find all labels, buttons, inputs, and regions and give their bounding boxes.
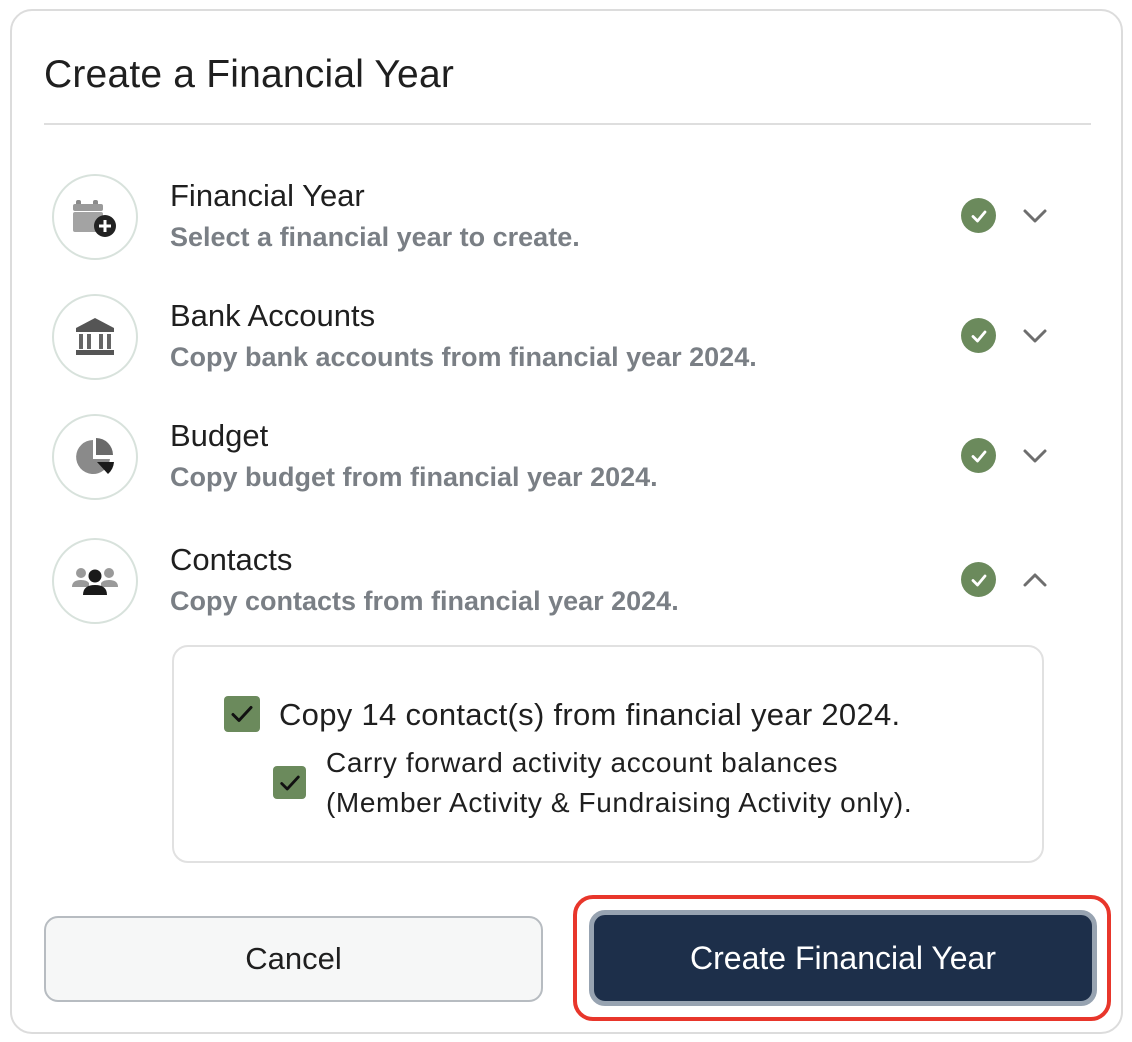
title-divider	[44, 123, 1091, 125]
carry-forward-label-line1: Carry forward activity account balances	[326, 747, 839, 778]
step-title: Bank Accounts	[170, 298, 376, 333]
step-icon-circle	[52, 294, 138, 380]
bank-icon	[76, 318, 114, 355]
step-budget[interactable]: Budget Copy budget from financial year 2…	[12, 414, 1121, 514]
carry-forward-label-line2: (Member Activity & Fundraising Activity …	[326, 787, 913, 818]
step-icon-circle	[52, 174, 138, 260]
pie-chart-icon	[76, 438, 114, 474]
complete-check-icon	[961, 562, 996, 597]
create-financial-year-dialog: Create a Financial Year Financial Year S…	[10, 9, 1123, 1034]
dialog-title: Create a Financial Year	[44, 53, 455, 96]
step-icon-circle	[52, 538, 138, 624]
complete-check-icon	[961, 318, 996, 353]
chevron-down-icon[interactable]	[1020, 201, 1050, 231]
chevron-down-icon[interactable]	[1020, 441, 1050, 471]
step-bank-accounts[interactable]: Bank Accounts Copy bank accounts from fi…	[12, 294, 1121, 394]
step-title: Contacts	[170, 542, 293, 577]
carry-forward-checkbox[interactable]	[273, 766, 306, 799]
checkmark-icon	[231, 706, 253, 722]
complete-check-icon	[961, 198, 996, 233]
step-title: Budget	[170, 418, 269, 453]
step-icon-circle	[52, 414, 138, 500]
step-contacts[interactable]: Contacts Copy contacts from financial ye…	[12, 538, 1121, 638]
checkmark-icon	[279, 775, 300, 790]
create-financial-year-button[interactable]: Create Financial Year	[589, 910, 1097, 1006]
step-subtitle: Copy bank accounts from financial year 2…	[170, 342, 757, 372]
chevron-down-icon[interactable]	[1020, 321, 1050, 351]
step-subtitle: Copy budget from financial year 2024.	[170, 462, 658, 492]
copy-contacts-label: Copy 14 contact(s) from financial year 2…	[279, 697, 901, 732]
step-subtitle: Copy contacts from financial year 2024.	[170, 586, 679, 616]
step-title: Financial Year	[170, 178, 365, 213]
calendar-plus-icon	[73, 200, 116, 237]
cancel-button[interactable]: Cancel	[44, 916, 543, 1002]
complete-check-icon	[961, 438, 996, 473]
users-icon	[72, 568, 118, 595]
step-subtitle: Select a financial year to create.	[170, 222, 580, 252]
copy-contacts-checkbox[interactable]	[224, 696, 260, 732]
chevron-up-icon[interactable]	[1020, 565, 1050, 595]
step-financial-year[interactable]: Financial Year Select a financial year t…	[12, 174, 1121, 274]
contacts-options-panel: Copy 14 contact(s) from financial year 2…	[172, 645, 1044, 863]
